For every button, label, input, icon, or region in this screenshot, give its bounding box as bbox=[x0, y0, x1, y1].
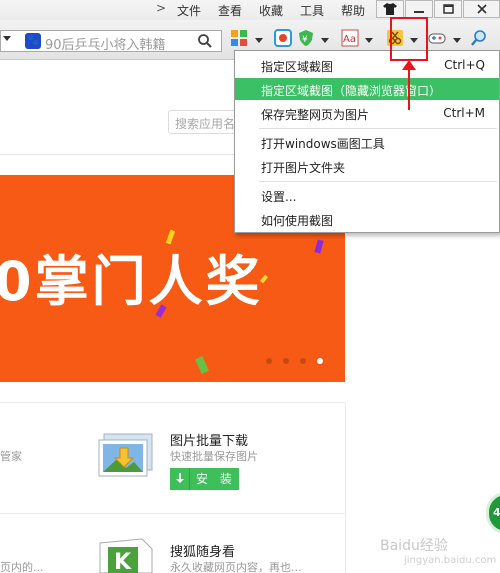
menu-help[interactable]: 帮助 bbox=[341, 2, 365, 19]
menubar-overflow-arrow[interactable]: > bbox=[156, 1, 166, 15]
confetti bbox=[314, 239, 324, 254]
svg-text:K: K bbox=[114, 550, 132, 573]
menu-item-label: 打开windows画图工具 bbox=[261, 137, 385, 151]
gamepad-icon[interactable] bbox=[428, 29, 446, 47]
menu-favorites[interactable]: 收藏 bbox=[259, 2, 283, 19]
menu-item-label: 指定区域截图（隐藏浏览器窗口） bbox=[261, 84, 442, 98]
highlight-box bbox=[390, 17, 428, 61]
search-input[interactable]: 90后乒乓小将入韩籍 bbox=[45, 34, 166, 53]
menu-item-shortcut: Ctrl+Q bbox=[444, 58, 485, 72]
divider bbox=[0, 402, 345, 403]
menu-item-label: 设置... bbox=[261, 190, 297, 204]
menu-item-open-paint[interactable]: 打开windows画图工具 bbox=[235, 131, 499, 153]
menu-item-settings[interactable]: 设置... bbox=[235, 184, 499, 206]
close-button[interactable] bbox=[463, 0, 500, 18]
baidu-paw-icon: 🐾 bbox=[25, 33, 41, 49]
watermark: Baidu经验 bbox=[380, 538, 448, 554]
install-button[interactable]: 安 装 bbox=[170, 468, 239, 490]
app-desc-clipped: 页内的... bbox=[0, 561, 44, 573]
menu-item-label: 保存完整网页为图片 bbox=[261, 108, 370, 122]
menu-item-open-image-folder[interactable]: 打开图片文件夹 bbox=[235, 155, 499, 177]
menu-item-how-to-use[interactable]: 如何使用截图 bbox=[235, 208, 499, 230]
search-icon[interactable] bbox=[197, 33, 213, 49]
skin-button[interactable] bbox=[376, 0, 404, 18]
app-title[interactable]: 图片批量下载 bbox=[170, 430, 248, 449]
menu-tools[interactable]: 工具 bbox=[300, 2, 324, 19]
app-search-input[interactable]: 搜索应用名 bbox=[168, 110, 238, 134]
watermark-url: jingyan.baidu.com bbox=[404, 555, 497, 566]
carousel-dot[interactable] bbox=[266, 358, 272, 364]
highlight-arrow-line bbox=[408, 66, 410, 110]
carousel-dot[interactable] bbox=[300, 358, 306, 364]
apps-icon[interactable] bbox=[230, 29, 248, 47]
shirt-icon bbox=[383, 3, 397, 15]
carousel-dots bbox=[266, 358, 323, 364]
font-size-dropdown-icon[interactable] bbox=[365, 38, 373, 43]
app-desc: 永久收藏网页内容，再也... bbox=[170, 561, 302, 573]
zoom-icon[interactable] bbox=[470, 29, 488, 47]
carousel-dot-active[interactable] bbox=[317, 358, 323, 364]
svg-text:Aa: Aa bbox=[343, 34, 356, 45]
maximize-button[interactable] bbox=[434, 0, 462, 18]
minimize-icon bbox=[414, 11, 424, 13]
shield-dropdown-icon[interactable] bbox=[321, 38, 329, 43]
apps-dropdown-icon[interactable] bbox=[255, 38, 263, 43]
minimize-button[interactable] bbox=[405, 0, 433, 18]
menu-item-save-full-page[interactable]: 保存完整网页为图片 Ctrl+M bbox=[235, 102, 499, 124]
screenshot-menu: 指定区域截图 Ctrl+Q 指定区域截图（隐藏浏览器窗口） 保存完整网页为图片 … bbox=[234, 50, 500, 233]
app-desc: 快速批量保存图片 bbox=[170, 450, 258, 463]
app-desc-clipped: 管家 bbox=[0, 450, 22, 463]
confetti bbox=[194, 356, 210, 374]
menu-item-label: 打开图片文件夹 bbox=[261, 161, 346, 175]
menu-item-label: 指定区域截图 bbox=[261, 60, 334, 74]
banner-text: 0掌门人奖 bbox=[0, 250, 263, 313]
menu-item-region-capture-hide-browser[interactable]: 指定区域截图（隐藏浏览器窗口） bbox=[235, 78, 499, 100]
carousel-dot[interactable] bbox=[283, 358, 289, 364]
app-title[interactable]: 搜狐随身看 bbox=[170, 541, 235, 560]
search-engine-dropdown-icon[interactable] bbox=[3, 36, 11, 41]
svg-text:¥: ¥ bbox=[302, 35, 308, 45]
menu-view[interactable]: 查看 bbox=[218, 2, 242, 19]
divider bbox=[345, 402, 346, 573]
image-download-app-icon bbox=[98, 433, 153, 477]
translate-icon[interactable] bbox=[274, 29, 292, 47]
sohu-app-icon: K bbox=[99, 538, 153, 573]
install-label: 安 装 bbox=[196, 472, 236, 486]
close-icon bbox=[476, 4, 487, 14]
font-size-icon[interactable]: Aa bbox=[341, 29, 359, 47]
download-icon bbox=[170, 468, 190, 490]
shield-icon[interactable]: ¥ bbox=[297, 29, 315, 47]
menu-separator bbox=[259, 128, 497, 129]
game-dropdown-icon[interactable] bbox=[453, 38, 461, 43]
menu-item-shortcut: Ctrl+M bbox=[443, 106, 485, 120]
menu-item-label: 如何使用截图 bbox=[261, 214, 334, 228]
menu-file[interactable]: 文件 bbox=[177, 2, 201, 19]
menu-separator bbox=[259, 181, 497, 182]
divider bbox=[0, 513, 345, 514]
search-box[interactable]: 🐾 90后乒乓小将入韩籍 bbox=[0, 30, 222, 53]
maximize-icon bbox=[442, 4, 454, 14]
menu-item-region-capture[interactable]: 指定区域截图 Ctrl+Q bbox=[235, 54, 499, 76]
